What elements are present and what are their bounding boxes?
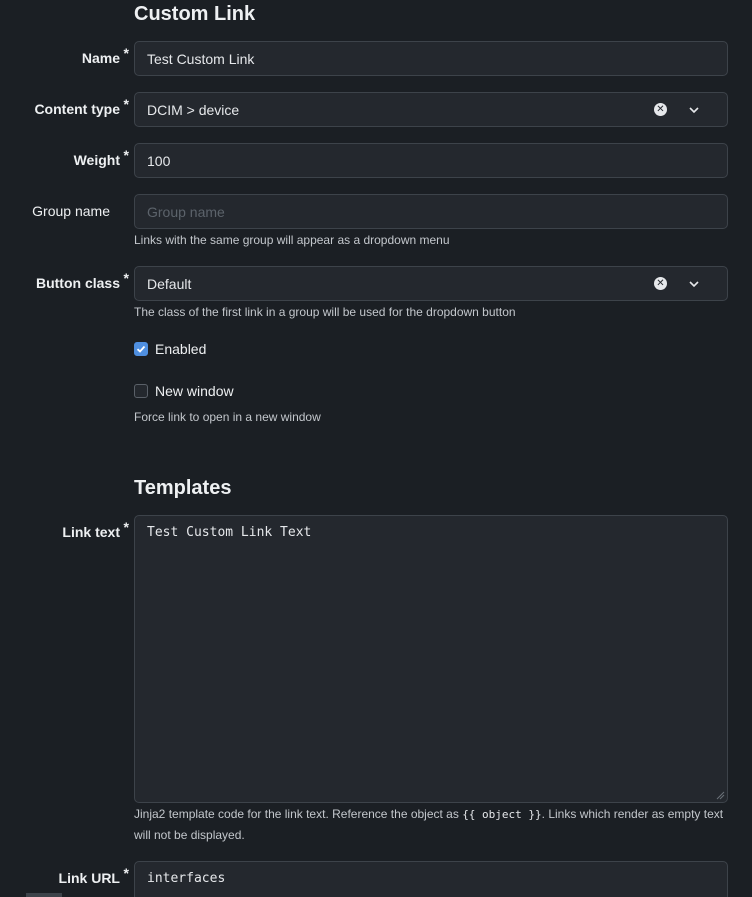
- required-marker: *: [123, 96, 129, 112]
- name-field[interactable]: Test Custom Link: [134, 41, 728, 76]
- chevron-down-icon[interactable]: [689, 279, 699, 289]
- content-type-value: DCIM > device: [147, 101, 240, 118]
- enabled-checkbox[interactable]: [134, 342, 148, 356]
- required-marker: *: [123, 270, 129, 286]
- enabled-checkbox-row[interactable]: Enabled: [134, 341, 206, 357]
- group-name-placeholder: Group name: [147, 203, 225, 220]
- button-class-value: Default: [147, 275, 192, 292]
- group-name-help: Links with the same group will appear as…: [134, 233, 450, 247]
- new-window-label: New window: [155, 383, 234, 399]
- required-marker: *: [123, 45, 129, 61]
- content-type-label: Content type *: [34, 96, 129, 117]
- section-title-custom-link: Custom Link: [134, 3, 256, 25]
- link-url-value: interfaces: [147, 871, 226, 886]
- link-text-help-prefix: Jinja2 template code for the link text. …: [134, 807, 463, 821]
- enabled-label: Enabled: [155, 341, 207, 357]
- button-class-select[interactable]: Default ✕: [134, 266, 728, 301]
- button-class-label-text: Button class: [35, 275, 120, 291]
- weight-field-value: 100: [147, 152, 171, 169]
- content-type-select[interactable]: DCIM > device ✕: [134, 92, 728, 127]
- weight-label: Weight *: [73, 147, 129, 168]
- link-url-textarea[interactable]: interfaces: [134, 861, 728, 897]
- link-text-textarea[interactable]: Test Custom Link Text: [134, 515, 728, 803]
- link-text-label: Link text *: [62, 519, 129, 540]
- content-type-label-text: Content type: [34, 101, 120, 117]
- link-url-label-text: Link URL: [58, 870, 120, 886]
- section-title-templates: Templates: [134, 477, 232, 499]
- required-marker: *: [123, 147, 129, 163]
- chevron-down-icon[interactable]: [689, 105, 699, 115]
- new-window-checkbox[interactable]: [134, 384, 148, 398]
- link-url-label: Link URL *: [58, 865, 129, 886]
- button-class-help: The class of the first link in a group w…: [134, 305, 516, 319]
- new-window-checkbox-row[interactable]: New window: [134, 383, 234, 399]
- weight-field[interactable]: 100: [134, 143, 728, 178]
- custom-link-form-page: Custom Link Name * Test Custom Link Conte…: [0, 0, 752, 897]
- name-label: Name *: [81, 45, 129, 66]
- link-text-value: Test Custom Link Text: [147, 525, 312, 540]
- clear-icon[interactable]: ✕: [654, 277, 667, 290]
- required-marker: *: [123, 519, 129, 535]
- required-marker: *: [123, 865, 129, 881]
- link-text-help: Jinja2 template code for the link text. …: [134, 804, 728, 846]
- check-icon: [136, 345, 146, 353]
- group-name-label: Group name: [32, 203, 110, 219]
- scrollbar-thumb[interactable]: [26, 893, 62, 897]
- resize-grip-icon[interactable]: [716, 791, 725, 800]
- new-window-help: Force link to open in a new window: [134, 410, 321, 424]
- link-text-label-text: Link text: [62, 524, 120, 540]
- name-field-value: Test Custom Link: [147, 50, 255, 67]
- group-name-field[interactable]: Group name: [134, 194, 728, 229]
- clear-icon[interactable]: ✕: [654, 103, 667, 116]
- name-label-text: Name: [81, 50, 120, 66]
- button-class-label: Button class *: [35, 270, 129, 291]
- weight-label-text: Weight: [73, 152, 120, 168]
- link-text-help-code: {{ object }}: [462, 808, 542, 821]
